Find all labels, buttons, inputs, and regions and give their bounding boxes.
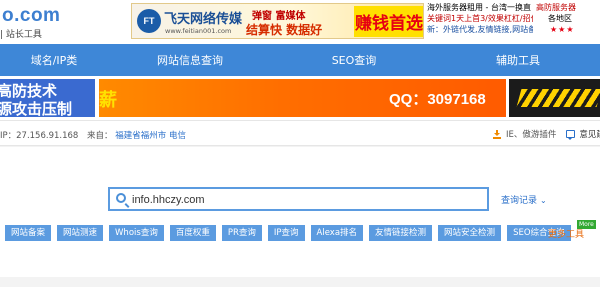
ip-actions: IE、傲游插件 意见建 — [493, 128, 600, 140]
ad-qq-number: QQ：3097168 — [389, 91, 486, 108]
tool-whois[interactable]: Whois查询 — [109, 225, 164, 241]
right-ad-line1: 高防服务器 — [536, 3, 576, 12]
history-dropdown[interactable]: 查询记录 — [501, 193, 547, 206]
download-icon — [493, 129, 501, 139]
right-ad-line2: 各地区 — [548, 14, 572, 23]
search-input[interactable] — [132, 191, 482, 208]
ip-address: IP：27.156.91.168 — [0, 131, 79, 141]
text-ad-link[interactable]: 海外服务器租用 - 台湾一换直 — [427, 2, 533, 13]
nav-item-tools[interactable]: 辅助工具 — [436, 44, 600, 76]
site-logo[interactable]: o.com — [2, 5, 60, 27]
quick-tools: 网站备案 网站测速 Whois查询 百度权重 PR查询 IP查询 Alexa排名… — [5, 225, 577, 241]
ip-location[interactable]: 福建省福州市 电信 — [115, 131, 186, 141]
banner-line2: 结算快 数据好 — [246, 23, 323, 37]
search-box[interactable] — [108, 187, 489, 211]
ad-row: 高防技术 源攻击压制 薪 QQ：3097168 — [0, 76, 600, 120]
text-ad-link[interactable]: 关键词1天上首3/效果杠杠/招代 — [427, 13, 533, 24]
tool-security[interactable]: 网站安全检测 — [438, 225, 502, 241]
search-icon — [116, 193, 126, 203]
more-badge: More — [577, 220, 596, 229]
from-label: 来自： — [87, 131, 113, 141]
ad-qq[interactable]: 薪 QQ：3097168 — [99, 79, 506, 117]
ad-banner-feitian[interactable]: FT 飞天网络传媒 www.feitian001.com 弹窗 富媒体 结算快 … — [131, 3, 424, 39]
ad-qq-slogan: 薪 — [99, 90, 117, 111]
ip-info: IP：27.156.91.168 来自： 福建省福州市 电信 — [0, 129, 186, 141]
tool-alexa[interactable]: Alexa排名 — [310, 225, 364, 241]
feitian-logo-icon: FT — [137, 9, 161, 33]
ad-dark-graphic — [516, 89, 600, 107]
feedback-link[interactable]: 意见建 — [579, 128, 600, 140]
ad-ddos-line2: 源攻击压制 — [0, 100, 73, 117]
right-ad-stars: ★★★ — [550, 25, 575, 34]
nav-item-domain-ip[interactable]: 域名/IP类 — [0, 44, 108, 76]
site-subtitle: | 站长工具 — [0, 30, 42, 40]
banner-url: www.feitian001.com — [165, 27, 232, 35]
tool-speed-test[interactable]: 网站测速 — [57, 225, 104, 241]
banner-company: 飞天网络传媒 — [164, 12, 243, 27]
nav-item-site-info[interactable]: 网站信息查询 — [108, 44, 272, 76]
text-ads: 海外服务器租用 - 台湾一换直 关键词1天上首3/效果杠杠/招代 新：外链代发,… — [427, 2, 533, 35]
banner-cta: 赚钱首选 — [354, 6, 423, 37]
search-area: 查询记录 网站备案 网站测速 Whois查询 百度权重 PR查询 IP查询 Al… — [0, 147, 600, 277]
right-ad[interactable]: 高防服务器 各地区 ★★★ — [536, 2, 600, 35]
feedback-icon — [566, 130, 576, 140]
nav-item-seo[interactable]: SEO查询 — [272, 44, 436, 76]
text-ad-link[interactable]: 新：外链代发,友情链接,网站备 — [427, 24, 533, 35]
tool-pr[interactable]: PR查询 — [221, 225, 262, 241]
page: o.com | 站长工具 FT 飞天网络传媒 www.feitian001.co… — [0, 0, 600, 287]
main-nav: 域名/IP类 网站信息查询 SEO查询 辅助工具 — [0, 44, 600, 76]
ad-dark-banner[interactable] — [509, 79, 600, 117]
tool-ip[interactable]: IP查询 — [267, 225, 305, 241]
tool-baidu-weight[interactable]: 百度权重 — [169, 225, 216, 241]
plugin-link[interactable]: IE、傲游插件 — [506, 128, 556, 140]
banner-line1: 弹窗 富媒体 — [252, 11, 306, 22]
ad-ddos[interactable]: 高防技术 源攻击压制 — [0, 79, 95, 117]
tool-beian[interactable]: 网站备案 — [5, 225, 52, 241]
ip-info-bar: IP：27.156.91.168 来自： 福建省福州市 电信 IE、傲游插件 意… — [0, 120, 600, 146]
tool-friend-links[interactable]: 友情链接检测 — [369, 225, 433, 241]
top-header: o.com | 站长工具 FT 飞天网络传媒 www.feitian001.co… — [0, 0, 600, 44]
